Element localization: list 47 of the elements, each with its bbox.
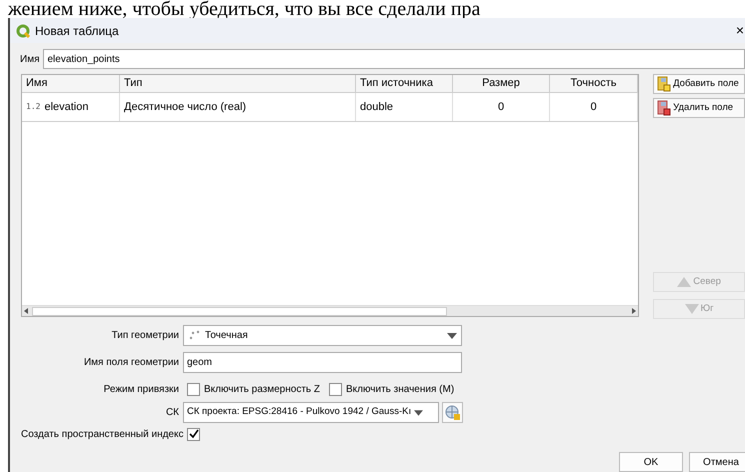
crs-select-button[interactable] xyxy=(442,402,463,423)
checkbox[interactable] xyxy=(329,382,342,396)
checkbox-label: Включить размерность Z xyxy=(204,382,320,396)
column-header[interactable]: Имя xyxy=(22,75,120,92)
type-label: 1.2 xyxy=(26,101,40,113)
field-label: Имя xyxy=(20,52,40,66)
geometry-field-input[interactable]: geom xyxy=(183,352,462,373)
caret-icon xyxy=(447,332,457,338)
table-cell-text: double xyxy=(360,100,394,115)
window-title: Новая таблица xyxy=(35,22,119,40)
column-header[interactable]: Размер xyxy=(453,75,550,92)
globe-icon xyxy=(445,405,460,420)
geometry-type-dropdown[interactable]: Точечная xyxy=(183,325,462,346)
column-header[interactable]: Точность xyxy=(550,75,638,92)
check-icon xyxy=(188,429,199,439)
remove-field-button[interactable]: Удалить поле xyxy=(653,98,745,118)
points-icon xyxy=(188,330,200,342)
table-remove-icon xyxy=(657,100,672,116)
horizontal-scrollbar[interactable] xyxy=(22,305,638,316)
ok-button[interactable]: OK xyxy=(619,452,683,472)
checkbox-label: Создать пространственный индекс xyxy=(21,428,184,442)
table-cell-text: 0 xyxy=(590,100,597,115)
table-row[interactable]: 1.2 elevation Десятичное число (real) double 0 0 xyxy=(22,93,638,122)
close-button[interactable]: × xyxy=(735,20,745,41)
app-logo-icon xyxy=(16,24,30,38)
cancel-button[interactable]: Отмена xyxy=(689,452,745,472)
field-label: Режим привязки xyxy=(102,382,180,396)
column-header[interactable]: Тип xyxy=(120,75,356,92)
document-text: жением ниже, чтобы убедиться, что вы все сделали пра xyxy=(7,0,482,18)
column-header[interactable]: Тип источника xyxy=(356,75,453,92)
up-triangle-icon xyxy=(677,277,692,287)
caret-icon xyxy=(414,410,424,416)
add-field-button[interactable]: Добавить поле xyxy=(653,74,745,94)
field-label: Тип геометрии xyxy=(110,329,180,343)
checkbox[interactable] xyxy=(187,382,200,396)
crs-dropdown[interactable]: СК проекта: EPSG:28416 - Pulkovo 1942 / Gauss-Kı xyxy=(183,402,439,423)
table-cell-text: Десятичное число (real) xyxy=(124,100,246,115)
checkbox[interactable] xyxy=(187,428,200,440)
scroll-thumb[interactable] xyxy=(32,306,447,316)
field-label: Имя поля геометрии xyxy=(82,356,180,370)
field-label: СК xyxy=(164,406,180,420)
down-triangle-icon xyxy=(684,304,699,314)
checkbox-label: Включить значения (M) xyxy=(346,382,454,396)
table-cell-text: elevation xyxy=(44,100,88,115)
table-cell-text: 0 xyxy=(498,100,504,115)
table-add-icon xyxy=(657,76,672,92)
name-input[interactable]: elevation_points xyxy=(43,49,745,69)
